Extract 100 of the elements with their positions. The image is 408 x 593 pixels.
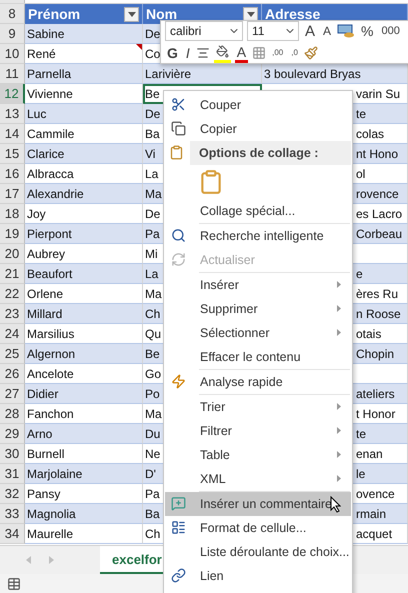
menu-item[interactable]: Effacer le contenu	[165, 345, 351, 369]
table-cell: Larivière	[145, 66, 192, 80]
thousands-button[interactable]: 000	[379, 21, 402, 41]
row-number: 20	[0, 244, 25, 264]
table-cell: D'	[145, 466, 156, 480]
row-number: 10	[0, 44, 25, 64]
row-number: 12	[0, 84, 25, 104]
row-number: 27	[0, 384, 25, 404]
table-cell: Marsilius	[27, 326, 74, 340]
table-cell: Pierpont	[27, 226, 72, 240]
row-number: 31	[0, 464, 25, 484]
row-number: 9	[0, 24, 25, 44]
menu-item[interactable]: Trier	[165, 395, 351, 419]
table-cell: t Honor	[356, 406, 396, 420]
menu-item[interactable]: Format de cellule...	[165, 516, 351, 540]
font-color-button[interactable]: A	[234, 43, 248, 63]
menu-item[interactable]: Copier	[165, 117, 351, 141]
table-cell: Orlene	[27, 286, 64, 300]
link-icon	[171, 568, 186, 583]
decimal-button[interactable]: ,0	[289, 43, 300, 63]
menu-item[interactable]: Recherche intelligente	[165, 224, 351, 248]
table-cell: Pa	[145, 486, 160, 500]
row-number: 14	[0, 124, 25, 144]
menu-item[interactable]: Filtrer	[165, 419, 351, 443]
table-cell: Fanchon	[27, 406, 74, 420]
shrink-font-button[interactable]: A	[321, 21, 334, 41]
table-cell: Vivienne	[27, 86, 73, 100]
table-cell: Albracca	[27, 166, 74, 180]
table-cell: Algernon	[27, 346, 76, 360]
table-cell: ateliers	[356, 386, 395, 400]
table-cell: Ma	[145, 286, 162, 300]
money-icon[interactable]	[337, 24, 356, 38]
scissors-icon	[171, 97, 186, 112]
table-cell: varin Su	[356, 86, 400, 100]
table-cell: rmain	[356, 506, 386, 520]
table-cell: Burnell	[27, 446, 64, 460]
lightning-icon	[171, 374, 186, 389]
table-cell: Alexandrie	[27, 186, 84, 200]
row-number: 23	[0, 304, 25, 324]
row-number: 32	[0, 484, 25, 504]
row-number: 16	[0, 164, 25, 184]
table-cell: Du	[145, 426, 160, 440]
table-cell: De	[145, 206, 160, 220]
table-icon[interactable]	[7, 576, 21, 590]
menu-item[interactable]: Analyse rapide	[165, 370, 351, 394]
table-cell: ères Ru	[356, 286, 398, 300]
font-size-field[interactable]: 11	[247, 21, 299, 41]
row-number: 29	[0, 424, 25, 444]
column-header: Prénom	[25, 4, 143, 24]
menu-item[interactable]: Table	[165, 443, 351, 467]
table-cell: Arno	[27, 426, 52, 440]
table-cell: Parnella	[27, 66, 72, 80]
table-cell: Ne	[145, 446, 160, 460]
menu-item[interactable]: Couper	[165, 93, 351, 117]
menu-item[interactable]: XML	[165, 467, 351, 491]
table-cell: Aubrey	[27, 246, 66, 260]
filter-button[interactable]	[124, 6, 139, 22]
percent-button[interactable]: %	[359, 21, 376, 41]
table-cell: Be	[145, 86, 160, 100]
menu-item[interactable]: Collage spécial...	[165, 199, 351, 223]
menu-item[interactable]: Insérer un commentaire	[165, 492, 351, 516]
format-painter-icon[interactable]	[304, 46, 318, 60]
italic-button[interactable]: I	[184, 43, 192, 63]
table-cell: Ba	[145, 126, 160, 140]
menu-item[interactable]: Sélectionner	[165, 321, 351, 345]
grow-font-button[interactable]: A	[303, 21, 318, 41]
table-cell: te	[356, 426, 366, 440]
table-cell: Luc	[27, 106, 46, 120]
caret-icon	[246, 12, 254, 16]
filter-button[interactable]	[243, 6, 258, 22]
table-cell: Didier	[27, 386, 58, 400]
decimal-button[interactable]: ,00	[270, 43, 286, 63]
row-number: 13	[0, 104, 25, 124]
table-cell: Marjolaine	[27, 466, 82, 480]
magnifier-icon	[171, 228, 186, 243]
bold-button[interactable]: G	[165, 43, 180, 63]
table-cell: Qu	[145, 326, 162, 340]
align-icon[interactable]	[196, 46, 210, 60]
row-number: 30	[0, 444, 25, 464]
table-cell: Vi	[145, 146, 156, 160]
font-field[interactable]: calibri	[165, 21, 243, 41]
row-number: 28	[0, 404, 25, 424]
table-cell: Joy	[27, 206, 46, 220]
menu-item[interactable]: Supprimer	[165, 297, 351, 321]
menu-item[interactable]: Insérer	[165, 273, 351, 297]
table-cell: Be	[145, 346, 160, 360]
table-cell: Pansy	[27, 486, 60, 500]
list-icon	[171, 520, 186, 535]
cursor-icon	[330, 496, 341, 513]
row-number: 22	[0, 284, 25, 304]
table-cell: n Roose	[356, 306, 401, 320]
table-cell: Sabine	[27, 26, 64, 40]
table-cell: Co	[145, 46, 160, 60]
table-cell: rovence	[356, 186, 399, 200]
table-cell: René	[27, 46, 56, 60]
row-number: 33	[0, 504, 25, 524]
fill-color-button[interactable]	[214, 43, 231, 63]
table-cell: enan	[356, 446, 383, 460]
borders-icon[interactable]	[252, 46, 266, 60]
table-cell: Beaufort	[27, 266, 72, 280]
